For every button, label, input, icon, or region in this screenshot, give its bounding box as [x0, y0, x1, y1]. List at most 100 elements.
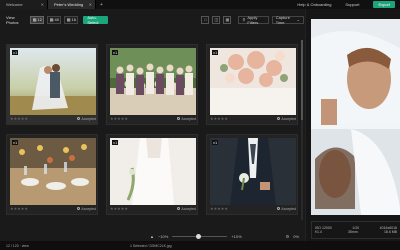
status-left: 12 / 120 · view	[6, 243, 29, 248]
close-icon[interactable]: ✕	[41, 2, 44, 7]
rating-stars[interactable]: ★★★★★	[210, 116, 228, 121]
zoom-slider-knob[interactable]	[196, 233, 202, 239]
grid-size-40[interactable]: ▦ 40	[47, 15, 62, 24]
photo-footer: ★★★★★ Accepted	[110, 205, 196, 212]
photo-footer: ★★★★★ Accepted	[10, 115, 96, 122]
status-label: Accepted	[81, 206, 96, 211]
status-label: Accepted	[81, 116, 96, 121]
photo-thumbnail[interactable]: v1	[110, 138, 196, 205]
photo-footer: ★★★★★ Accepted	[210, 205, 296, 212]
status-selection: 1 Selected / DSMC2LK.jpg	[130, 243, 172, 248]
chevron-down-icon: ⌄	[296, 17, 300, 22]
photo-thumbnail[interactable]: v1	[210, 48, 296, 115]
rating-stars[interactable]: ★★★★★	[10, 116, 28, 121]
zoom-min-label: −10%	[157, 233, 169, 239]
photo-grid: v1 ★★★★★ Accepted v1 ★★★★★ Accepted v1 ★…	[0, 28, 304, 231]
photo-footer: ★★★★★ Accepted	[10, 205, 96, 212]
sort-label: Capture Time	[275, 14, 290, 25]
status-label: Accepted	[181, 116, 196, 121]
grid-icon: ▦	[49, 17, 54, 22]
photo-thumbnail[interactable]: v1	[10, 48, 96, 115]
status-bar: 12 / 120 · view 1 Selected / DSMC2LK.jpg	[0, 241, 400, 250]
zoom-out-icon[interactable]: ▲	[150, 234, 154, 239]
photo-card[interactable]: v1 ★★★★★ Accepted	[106, 134, 198, 215]
rating-stars[interactable]: ★★★★★	[210, 206, 228, 211]
sort-dropdown[interactable]: Capture Time ⌄	[271, 14, 304, 25]
zoom-bar: ▲ −10% +10% ⚙ 0%	[0, 231, 304, 241]
scrollbar-thumb[interactable]	[301, 40, 303, 120]
check-icon	[77, 207, 81, 210]
preview-image[interactable]	[311, 19, 400, 215]
check-icon	[277, 207, 281, 210]
version-badge: v1	[112, 140, 119, 145]
grid-icon: ▦	[66, 17, 71, 22]
rating-stars[interactable]: ★★★★★	[10, 206, 28, 211]
photo-footer: ★★★★★ Accepted	[210, 115, 296, 122]
view-photos-label: View Photos	[6, 14, 19, 25]
check-icon	[77, 117, 81, 120]
tab-welcome[interactable]: Welcome ✕	[0, 0, 48, 9]
accepted-status[interactable]: Accepted	[177, 117, 196, 121]
new-tab-icon[interactable]: +	[100, 2, 103, 8]
accepted-status[interactable]: Accepted	[77, 117, 96, 121]
apply-filters-button[interactable]: ⚲ Apply Filters	[238, 14, 269, 25]
grid-scrollbar[interactable]	[301, 40, 303, 220]
photo-card[interactable]: v1 ★★★★★ Accepted	[206, 44, 298, 125]
focal-value: 35mm	[348, 230, 358, 234]
tab-peters-wedding[interactable]: Peter's Wedding ✕	[48, 0, 96, 9]
check-icon	[277, 117, 281, 120]
version-badge: v1	[12, 140, 19, 145]
seg-label: 16	[71, 17, 76, 22]
version-badge: v1	[212, 50, 219, 55]
photo-card[interactable]: v1 ★★★★★ Accepted	[106, 44, 198, 125]
version-badge: v1	[212, 140, 219, 145]
seg-label: 40	[54, 17, 59, 22]
close-icon[interactable]: ✕	[89, 2, 92, 7]
version-badge: v1	[112, 50, 119, 55]
aperture-value: f/1.4	[315, 230, 322, 234]
tab-bar: Welcome ✕ Peter's Wedding ✕ + Help & Onb…	[0, 0, 400, 9]
export-button[interactable]: Export	[373, 1, 395, 8]
single-view-icon[interactable]: □	[201, 15, 210, 24]
rating-stars[interactable]: ★★★★★	[110, 206, 128, 211]
photo-card[interactable]: v1 ★★★★★ Accepted	[6, 44, 98, 125]
zoom-right-label: 0%	[293, 233, 300, 239]
grid-size-16[interactable]: ▦ 16	[64, 15, 79, 24]
photo-metadata: ISO 12000 1/20 4016x6016 f/1.4 35mm 18.6…	[311, 221, 400, 239]
photo-footer: ★★★★★ Accepted	[110, 115, 196, 122]
check-icon	[177, 207, 181, 210]
preview-panel: ISO 12000 1/20 4016x6016 f/1.4 35mm 18.6…	[305, 9, 400, 241]
grid-view-icon[interactable]: ▦	[223, 15, 232, 24]
version-badge: v1	[12, 50, 19, 55]
toolbar: View Photos ▦ 12 ▦ 40 ▦ 16 Auto-Select □ ◫ …	[0, 11, 304, 28]
check-icon	[177, 117, 181, 120]
status-label: Accepted	[281, 116, 296, 121]
zoom-in-icon[interactable]: ⚙	[286, 234, 290, 239]
auto-select-button[interactable]: Auto-Select	[83, 15, 109, 25]
grid-size-12[interactable]: ▦ 12	[30, 15, 45, 24]
tab-label: Welcome	[6, 2, 23, 7]
filter-icon: ⚲	[242, 17, 246, 22]
grid-icon: ▦	[32, 17, 37, 22]
photo-thumbnail[interactable]: v1	[110, 48, 196, 115]
help-link[interactable]: Help & Onboarding	[297, 2, 331, 7]
status-label: Accepted	[181, 206, 196, 211]
zoom-slider[interactable]	[172, 233, 228, 239]
accepted-status[interactable]: Accepted	[277, 117, 296, 121]
rating-stars[interactable]: ★★★★★	[110, 116, 128, 121]
accepted-status[interactable]: Accepted	[277, 207, 296, 211]
accepted-status[interactable]: Accepted	[77, 207, 96, 211]
tab-label: Peter's Wedding	[54, 2, 84, 7]
photo-thumbnail[interactable]: v1	[210, 138, 296, 205]
accepted-status[interactable]: Accepted	[177, 207, 196, 211]
status-label: Accepted	[281, 206, 296, 211]
zoom-max-label: +10%	[231, 233, 242, 239]
seg-label: 12	[37, 17, 42, 22]
photo-card[interactable]: v1 ★★★★★ Accepted	[206, 134, 298, 215]
support-link[interactable]: Support	[345, 2, 359, 7]
size-value: 18.6 MB	[383, 230, 397, 234]
photo-thumbnail[interactable]: v1	[10, 138, 96, 205]
filter-label: Apply Filters	[247, 14, 259, 25]
compare-view-icon[interactable]: ◫	[212, 15, 221, 24]
photo-card[interactable]: v1 ★★★★★ Accepted	[6, 134, 98, 215]
